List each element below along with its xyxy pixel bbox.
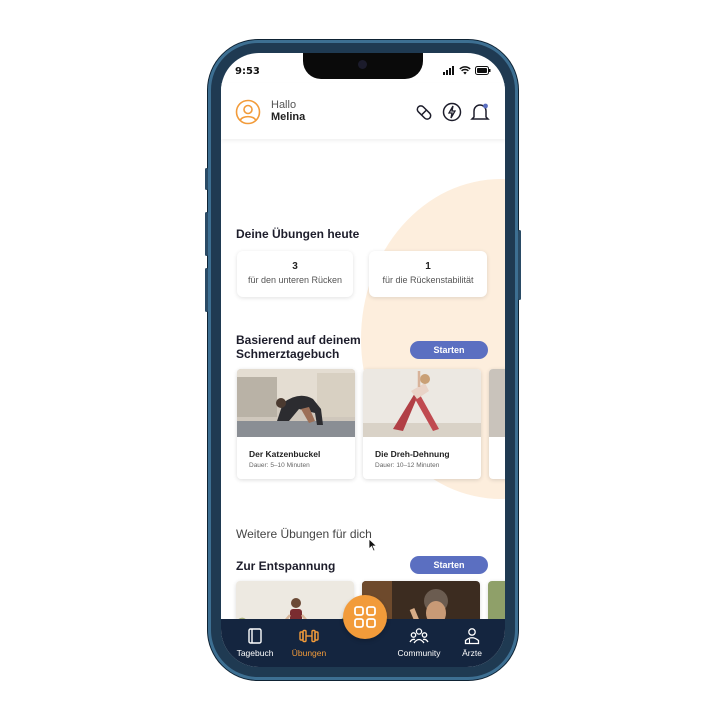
relax-card-partial[interactable] xyxy=(488,581,505,619)
tab-uebungen[interactable]: Übungen xyxy=(279,627,339,658)
relax-start-button[interactable]: Starten xyxy=(410,556,488,574)
today-card-count: 1 xyxy=(425,261,431,272)
more-exercises-title: Weitere Übungen für dich xyxy=(236,527,372,541)
tab-aerzte[interactable]: Ärzte xyxy=(442,627,502,658)
tab-label: Ärzte xyxy=(462,648,482,658)
mute-switch xyxy=(205,168,208,190)
relax-card-meditation[interactable] xyxy=(236,581,354,619)
phone-frame: 9:53 Hallo Melina Deine Übungen heute 3 … xyxy=(205,40,521,680)
dumbbell-icon xyxy=(299,629,319,643)
exercise-duration: Dauer: 10–12 Minuten xyxy=(375,462,440,469)
app-header: Hallo Melina xyxy=(221,83,505,139)
battery-icon xyxy=(475,66,491,75)
bell-icon[interactable] xyxy=(469,101,491,123)
grid-icon xyxy=(354,606,376,628)
volume-down-button xyxy=(205,268,208,312)
exercise-image-cat xyxy=(237,369,355,437)
pill-icon[interactable] xyxy=(413,101,435,123)
status-time: 9:53 xyxy=(235,66,260,77)
tab-label: Übungen xyxy=(291,648,327,658)
relax-section-title: Zur Entspannung xyxy=(236,559,336,573)
fab-menu-button[interactable] xyxy=(343,595,387,639)
screen: 9:53 Hallo Melina Deine Übungen heute 3 … xyxy=(221,53,505,667)
exercise-image-twist xyxy=(363,369,481,437)
today-card-count: 3 xyxy=(292,261,298,272)
today-title: Deine Übungen heute xyxy=(236,227,360,241)
tab-community[interactable]: Community xyxy=(389,627,449,658)
diary-title-line2: Schmerztagebuch xyxy=(236,347,340,361)
status-bar: 9:53 xyxy=(221,65,505,79)
relax-image-partial xyxy=(488,581,505,619)
diary-start-button[interactable]: Starten xyxy=(410,341,488,359)
mouse-cursor-icon xyxy=(368,538,378,552)
exercise-name: Der Katzenbuckel xyxy=(249,449,321,459)
exercise-name: Die Dreh-Dehnung xyxy=(375,449,450,459)
exercise-duration: Dauer: 5–10 Minuten xyxy=(249,462,310,469)
user-name: Melina xyxy=(271,111,306,123)
exercise-card-cat[interactable]: Der Katzenbuckel Dauer: 5–10 Minuten xyxy=(237,369,355,479)
twist-stretch-illustration xyxy=(363,369,481,437)
tab-label: Tagebuch xyxy=(236,648,274,658)
doctor-icon xyxy=(464,628,480,645)
wifi-icon xyxy=(459,66,471,75)
journal-icon xyxy=(248,628,262,644)
today-card-label: für die Rückenstabilität xyxy=(382,275,474,285)
exercise-card-partial[interactable] xyxy=(489,369,505,479)
tab-label: Community xyxy=(397,648,441,658)
avatar-icon[interactable] xyxy=(235,99,261,125)
relax-image-meditation xyxy=(236,581,354,619)
volume-up-button xyxy=(205,212,208,256)
greeting: Hallo Melina xyxy=(271,99,305,123)
meditation-illustration xyxy=(236,581,354,619)
signal-icon xyxy=(443,66,454,75)
today-card-label: für den unteren Rücken xyxy=(247,275,343,285)
tab-tagebuch[interactable]: Tagebuch xyxy=(225,627,285,658)
exercise-image-partial xyxy=(489,369,505,437)
pain-lightning-icon[interactable] xyxy=(441,101,463,123)
cat-pose-illustration xyxy=(237,369,355,437)
diary-title-line1: Basierend auf deinem xyxy=(236,333,361,347)
community-icon xyxy=(409,628,429,644)
main-content: Deine Übungen heute 3 für den unteren Rü… xyxy=(221,139,505,619)
exercise-card-twist[interactable]: Die Dreh-Dehnung Dauer: 10–12 Minuten xyxy=(363,369,481,479)
today-card-lower-back[interactable]: 3 für den unteren Rücken xyxy=(237,251,353,297)
today-card-stability[interactable]: 1 für die Rückenstabilität xyxy=(369,251,487,297)
greeting-text: Hallo xyxy=(271,99,297,111)
power-button xyxy=(518,230,521,300)
diary-section-title: Basierend auf deinem Schmerztagebuch xyxy=(236,333,361,361)
